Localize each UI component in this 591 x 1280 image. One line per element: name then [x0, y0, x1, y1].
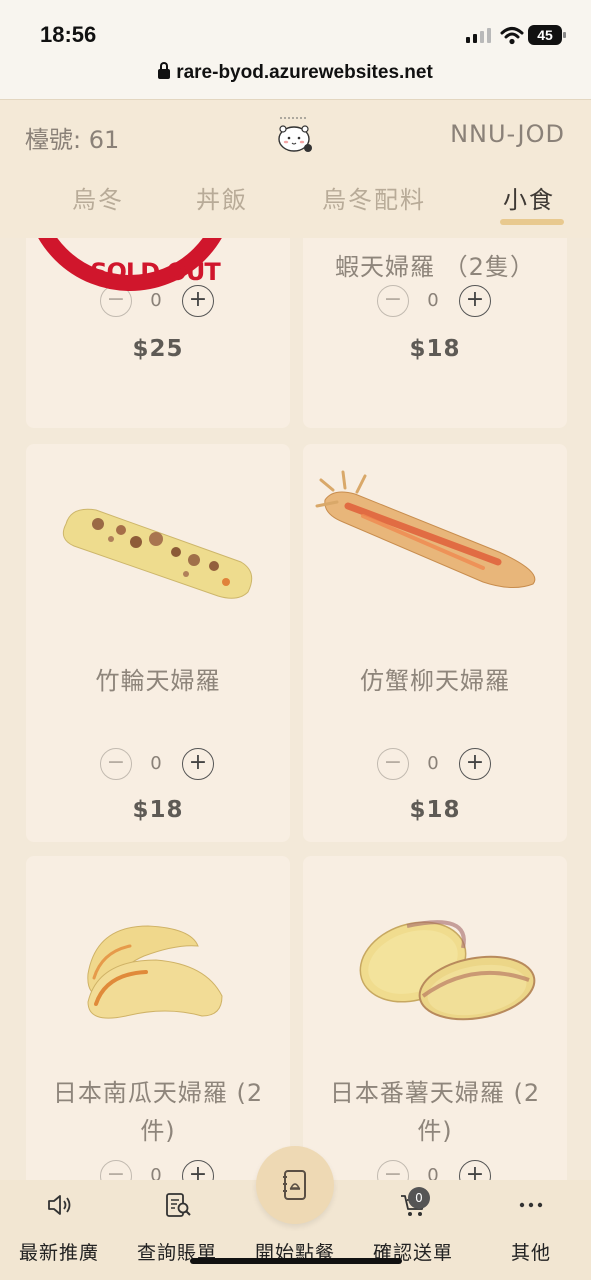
tab-donburi[interactable]: 丼飯 — [196, 180, 248, 215]
plus-button[interactable]: + — [459, 1160, 491, 1180]
product-price: $18 — [132, 797, 184, 823]
quantity-value: 0 — [150, 753, 162, 774]
chikuwa-tempura-image — [62, 508, 253, 599]
product-card[interactable]: 日本南瓜天婦羅 (2件) − 0 + — [26, 856, 290, 1180]
product-card[interactable]: 竹輪天婦羅 − 0 + $18 — [26, 444, 290, 842]
quantity-stepper: − 0 + — [26, 748, 290, 782]
status-time: 18:56 — [40, 22, 97, 47]
product-name: 日本南瓜天婦羅 (2件) — [52, 1079, 264, 1145]
product-card[interactable]: 仿蟹柳天婦羅 − 0 + $18 — [303, 444, 567, 842]
speaker-icon — [48, 1195, 71, 1215]
nav-promotions[interactable]: 最新推廣 — [0, 1180, 118, 1280]
table-number: 檯號: 61 — [25, 126, 120, 154]
minus-button[interactable]: − — [377, 1160, 409, 1180]
menu-book-icon — [283, 1170, 306, 1200]
quantity-value: 0 — [150, 1165, 162, 1180]
minus-button[interactable]: − — [377, 285, 409, 317]
product-name: 蝦天婦羅 （2隻） — [335, 253, 535, 281]
product-card[interactable]: 日本番薯天婦羅 (2件) − 0 + — [303, 856, 567, 1180]
url-text: rare-byod.azurewebsites.net — [176, 62, 433, 83]
nav-more[interactable]: 其他 — [472, 1180, 590, 1280]
battery-level: 45 — [528, 25, 562, 45]
start-order-button[interactable] — [256, 1146, 334, 1224]
wifi-icon — [500, 27, 524, 45]
tab-udon-toppings[interactable]: 烏冬配料 — [322, 180, 426, 215]
minus-button[interactable]: − — [377, 748, 409, 780]
sold-out-stamp: 仕 由 古天婦羅 口) — [38, 238, 222, 291]
product-name: 日本番薯天婦羅 (2件) — [329, 1079, 541, 1145]
plus-button[interactable]: + — [459, 748, 491, 780]
pumpkin-tempura-image — [87, 925, 223, 1019]
more-icon — [519, 1202, 543, 1208]
quantity-stepper: − 0 + — [303, 748, 567, 782]
bill-search-icon — [166, 1193, 191, 1217]
product-name: 竹輪天婦羅 — [95, 667, 221, 695]
minus-button[interactable]: − — [100, 1160, 132, 1180]
tab-udon[interactable]: 烏冬 — [72, 180, 124, 215]
status-bar: 18:56 45 rare-byod.azurewebsites.net — [0, 0, 591, 100]
home-indicator — [190, 1258, 402, 1264]
quantity-stepper: − 0 + — [26, 1160, 290, 1180]
quantity-stepper: − 0 + — [303, 285, 567, 319]
tab-snacks[interactable]: 小食 — [503, 180, 555, 215]
address-bar[interactable]: rare-byod.azurewebsites.net — [0, 62, 591, 84]
product-name: 仿蟹柳天婦羅 — [360, 667, 510, 695]
product-price: $18 — [409, 336, 461, 362]
quantity-value: 0 — [427, 753, 439, 774]
app-header: 檯號: 61 NNU-JOD 烏冬 丼飯 烏冬配料 小食 — [0, 100, 591, 238]
udon-bear-logo-icon — [278, 117, 312, 152]
nav-label: 其他 — [510, 1242, 551, 1264]
signal-icon — [466, 28, 491, 43]
product-grid: − 0 + $25 仕 由 古天婦羅 口) SOLD OUT 蝦天婦羅 （2隻）… — [0, 238, 591, 1180]
category-tabs: 烏冬 丼飯 烏冬配料 小食 — [0, 176, 591, 226]
product-card[interactable]: 蝦天婦羅 （2隻） − 0 + $18 — [303, 238, 567, 428]
quantity-stepper: − 0 + — [303, 1160, 567, 1180]
battery-icon: 45 — [528, 25, 566, 45]
quantity-value: 0 — [427, 1165, 439, 1180]
product-price: $18 — [409, 797, 461, 823]
plus-button[interactable]: + — [182, 748, 214, 780]
cart-count-badge: 0 — [408, 1187, 430, 1209]
active-tab-indicator — [500, 219, 564, 225]
order-code: NNU-JOD — [450, 120, 565, 148]
minus-button[interactable]: − — [100, 748, 132, 780]
nav-bill[interactable]: 查詢賬單 — [118, 1180, 236, 1280]
plus-button[interactable]: + — [459, 285, 491, 317]
sweet-potato-tempura-image — [359, 920, 536, 1021]
lock-icon — [158, 62, 171, 79]
nav-label: 最新推廣 — [18, 1242, 99, 1264]
crab-stick-tempura-image — [315, 470, 536, 588]
plus-button[interactable]: + — [182, 1160, 214, 1180]
sold-out-label: SOLD OUT — [90, 258, 221, 286]
quantity-value: 0 — [427, 290, 439, 311]
